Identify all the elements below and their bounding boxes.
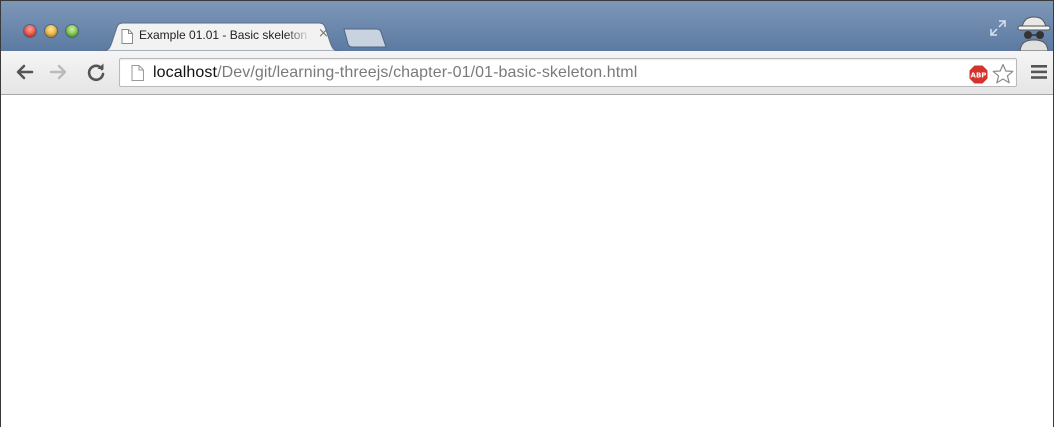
page-content[interactable] (1, 95, 1053, 427)
tab-active[interactable]: Example 01.01 - Basic skeleton × (101, 22, 341, 51)
back-arrow-icon[interactable] (14, 61, 36, 83)
url-text[interactable]: localhost/Dev/git/learning-threejs/chapt… (153, 64, 637, 82)
browser-window: Example 01.01 - Basic skeleton × localho… (0, 0, 1054, 427)
window-minimize-button[interactable] (45, 25, 57, 37)
incognito-icon (1015, 13, 1053, 56)
url-path: /Dev/git/learning-threejs/chapter-01/01-… (217, 64, 638, 81)
forward-arrow-icon[interactable] (47, 61, 69, 83)
tab-title: Example 01.01 - Basic skeleton (139, 28, 308, 42)
address-bar[interactable]: localhost/Dev/git/learning-threejs/chapt… (119, 58, 1017, 87)
window-close-button[interactable] (24, 25, 36, 37)
browser-toolbar: localhost/Dev/git/learning-threejs/chapt… (1, 51, 1053, 95)
url-host: localhost (153, 64, 218, 81)
page-icon (121, 29, 133, 49)
star-icon[interactable] (992, 63, 1014, 90)
hamburger-menu-icon[interactable] (1031, 65, 1047, 84)
window-zoom-button[interactable] (66, 25, 78, 37)
tab-close-button[interactable]: × (318, 26, 329, 41)
page-icon (131, 65, 144, 86)
new-tab-button[interactable] (343, 28, 387, 53)
fullscreen-icon[interactable] (989, 20, 1007, 41)
tab-strip: Example 01.01 - Basic skeleton × (1, 1, 1053, 53)
adblock-label: ABP (971, 72, 987, 80)
reload-icon[interactable] (85, 61, 107, 83)
adblock-icon[interactable]: ABP (969, 65, 988, 89)
